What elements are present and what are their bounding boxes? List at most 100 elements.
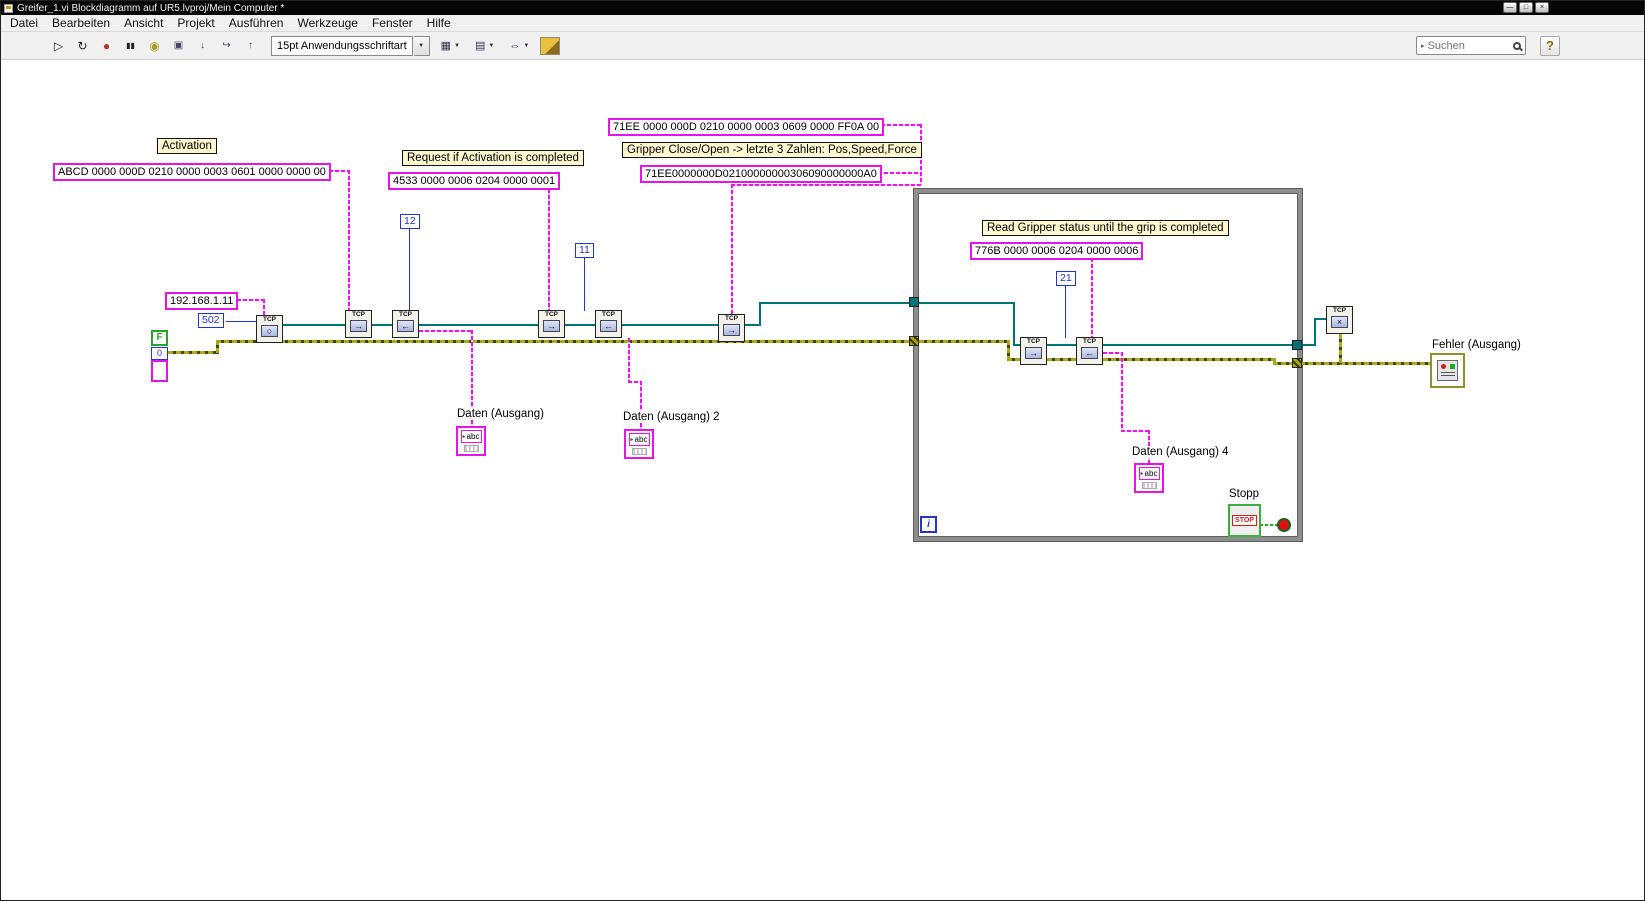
stop-button[interactable]: STOP	[1228, 504, 1261, 537]
wire-string[interactable]	[419, 330, 473, 332]
wire-error-cluster[interactable]	[1339, 334, 1342, 364]
menu-ausfuehren[interactable]: Ausführen	[222, 16, 291, 30]
wire-tcp-refnum[interactable]	[419, 324, 538, 326]
wire-tcp-refnum[interactable]	[1013, 302, 1015, 346]
search-input[interactable]	[1427, 39, 1510, 52]
string-constant-gripper-cmd-2[interactable]: 71EE0000000D02100000000306090000000A0	[640, 165, 882, 183]
wire-numeric[interactable]	[1065, 286, 1066, 338]
wire-string[interactable]	[731, 184, 922, 186]
minimize-button[interactable]: —	[1503, 2, 1517, 13]
font-selector[interactable]: 15pt Anwendungsschriftart	[271, 35, 413, 56]
highlight-execution-button[interactable]: ◉	[143, 35, 166, 57]
wire-tcp-refnum[interactable]	[283, 324, 345, 326]
maximize-button[interactable]: □	[1519, 2, 1533, 13]
wire-string[interactable]	[348, 170, 350, 311]
string-indicator-daten-2[interactable]: ▸ abc	[624, 429, 654, 459]
tcp-write-node-2[interactable]: TCP →	[538, 310, 565, 338]
wire-string[interactable]	[731, 184, 733, 315]
wire-tcp-refnum[interactable]	[372, 324, 392, 326]
wire-error-cluster[interactable]	[1103, 358, 1275, 361]
wire-tcp-refnum[interactable]	[1047, 344, 1076, 346]
string-indicator-daten-4[interactable]: ▸ abc	[1134, 463, 1164, 493]
tcp-write-node-4[interactable]: TCP →	[1020, 337, 1047, 365]
wire-string[interactable]	[1121, 352, 1123, 432]
wire-tcp-refnum[interactable]	[1103, 344, 1294, 346]
loop-iteration-terminal[interactable]: i	[920, 516, 937, 533]
wire-error-cluster[interactable]	[1300, 362, 1432, 365]
step-into-button[interactable]: ↓	[191, 35, 214, 57]
loop-condition-terminal[interactable]	[1277, 518, 1291, 532]
tcp-write-node-1[interactable]: TCP →	[345, 310, 372, 338]
pause-button[interactable]: ▮▮	[119, 35, 142, 57]
menu-werkzeuge[interactable]: Werkzeuge	[290, 16, 364, 30]
string-constant-empty[interactable]	[151, 360, 168, 382]
loop-tunnel-error-out[interactable]	[1292, 358, 1302, 368]
error-out-indicator[interactable]	[1430, 353, 1465, 388]
label-daten-ausgang-4[interactable]: Daten (Ausgang) 4	[1132, 446, 1229, 458]
free-label-read-status[interactable]: Read Gripper status until the grip is co…	[982, 220, 1229, 236]
string-constant-activation-cmd[interactable]: ABCD 0000 000D 0210 0000 0003 0601 0000 …	[53, 163, 331, 181]
wire-tcp-refnum[interactable]	[1314, 318, 1316, 346]
run-continuous-button[interactable]: ↻	[71, 35, 94, 57]
wire-tcp-refnum[interactable]	[622, 324, 718, 326]
wire-string[interactable]	[263, 299, 265, 316]
menu-hilfe[interactable]: Hilfe	[420, 16, 458, 30]
wire-string[interactable]	[548, 189, 550, 311]
free-label-gripper[interactable]: Gripper Close/Open -> letzte 3 Zahlen: P…	[622, 142, 922, 158]
free-label-request[interactable]: Request if Activation is completed	[402, 150, 584, 166]
retain-wire-values-button[interactable]: ▣	[167, 35, 190, 57]
wire-string[interactable]	[1091, 258, 1093, 338]
abort-button[interactable]: ●	[95, 35, 118, 57]
wire-numeric[interactable]	[584, 258, 585, 311]
wire-string[interactable]	[1121, 430, 1150, 432]
label-daten-ausgang-2[interactable]: Daten (Ausgang) 2	[623, 411, 720, 423]
string-indicator-daten-1[interactable]: ▸ abc	[456, 426, 486, 456]
tcp-read-node-1[interactable]: TCP ←	[392, 310, 419, 338]
string-constant-ip-address[interactable]: 192.168.1.11	[165, 292, 239, 310]
tcp-open-connection-node[interactable]: TCP ○	[256, 315, 283, 343]
label-daten-ausgang-1[interactable]: Daten (Ausgang)	[457, 408, 544, 420]
wire-error-cluster[interactable]	[1047, 358, 1076, 361]
loop-tunnel-refnum-out[interactable]	[1292, 340, 1302, 350]
wire-string[interactable]	[1103, 352, 1123, 354]
wire-error-cluster[interactable]	[168, 351, 218, 354]
menu-datei[interactable]: Datei	[3, 16, 45, 30]
menu-fenster[interactable]: Fenster	[365, 16, 420, 30]
cleanup-diagram-icon[interactable]	[540, 36, 561, 55]
close-button[interactable]: ×	[1535, 2, 1549, 13]
help-button[interactable]: ?	[1540, 35, 1560, 56]
wire-string[interactable]	[628, 338, 630, 383]
numeric-constant-12[interactable]: 12	[400, 214, 420, 229]
label-fehler-ausgang[interactable]: Fehler (Ausgang)	[1432, 339, 1521, 351]
tcp-write-node-3[interactable]: TCP →	[718, 314, 745, 342]
wire-tcp-refnum[interactable]	[759, 302, 761, 326]
numeric-constant-zero[interactable]: 0	[151, 347, 168, 360]
menu-projekt[interactable]: Projekt	[170, 16, 221, 30]
align-objects-dropdown[interactable]: ▦ ▼	[437, 36, 464, 56]
tcp-close-connection-node[interactable]: TCP ×	[1326, 306, 1353, 334]
wire-numeric[interactable]	[226, 321, 256, 322]
wire-tcp-refnum[interactable]	[1314, 318, 1326, 320]
search-box[interactable]: ▸	[1416, 36, 1526, 55]
numeric-constant-port[interactable]: 502	[198, 313, 224, 328]
run-button[interactable]: ▷	[47, 35, 70, 57]
menu-bearbeiten[interactable]: Bearbeiten	[45, 16, 117, 30]
numeric-constant-21[interactable]: 21	[1056, 271, 1076, 286]
step-out-button[interactable]: ↑	[239, 35, 262, 57]
wire-tcp-refnum[interactable]	[759, 302, 1015, 304]
numeric-constant-11[interactable]: 11	[575, 243, 594, 258]
font-selector-dropdown[interactable]: ▼	[413, 35, 430, 56]
wire-numeric[interactable]	[409, 229, 410, 311]
tcp-read-node-2[interactable]: TCP ←	[595, 310, 622, 338]
string-constant-gripper-cmd-1[interactable]: 71EE 0000 000D 0210 0000 0003 0609 0000 …	[608, 118, 885, 136]
loop-tunnel-error-in[interactable]	[909, 336, 919, 346]
boolean-constant-false[interactable]: F	[151, 330, 168, 346]
wire-error-cluster[interactable]	[216, 340, 916, 343]
menu-ansicht[interactable]: Ansicht	[117, 16, 170, 30]
string-constant-request-cmd[interactable]: 4533 0000 0006 0204 0000 0001	[388, 172, 561, 190]
wire-error-cluster[interactable]	[919, 340, 1009, 343]
free-label-activation[interactable]: Activation	[157, 138, 217, 154]
loop-tunnel-refnum-in[interactable]	[909, 297, 919, 307]
step-over-button[interactable]: ↪	[215, 35, 238, 57]
wire-tcp-refnum[interactable]	[565, 324, 595, 326]
